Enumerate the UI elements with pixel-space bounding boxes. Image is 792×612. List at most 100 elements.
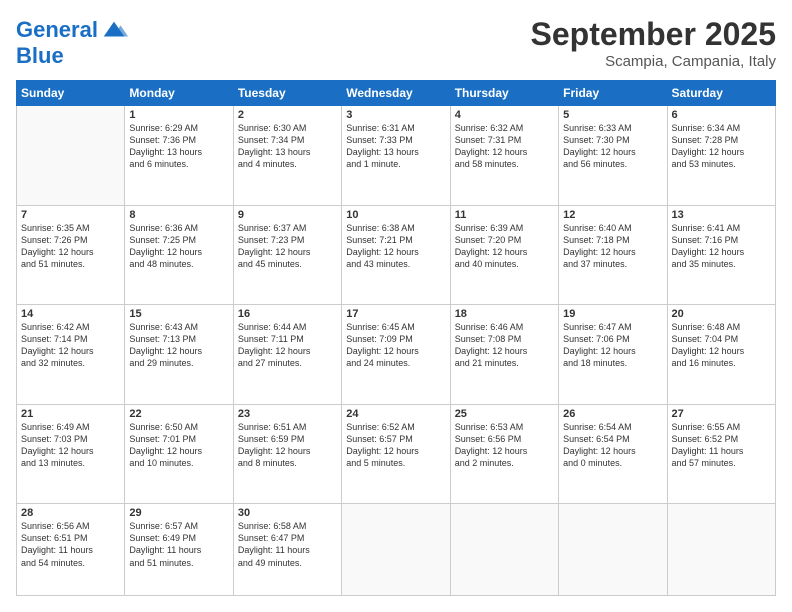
day-number: 23: [238, 408, 337, 420]
day-number: 13: [672, 209, 771, 221]
day-number: 8: [129, 209, 228, 221]
calendar-cell: 17Sunrise: 6:45 AMSunset: 7:09 PMDayligh…: [342, 305, 450, 405]
cell-info: Sunset: 7:18 PM: [563, 234, 662, 246]
day-number: 29: [129, 507, 228, 519]
calendar-cell: [559, 504, 667, 596]
cell-info: Sunset: 6:56 PM: [455, 433, 554, 445]
cell-info: and 6 minutes.: [129, 158, 228, 170]
cell-info: and 35 minutes.: [672, 258, 771, 270]
col-header-wednesday: Wednesday: [342, 81, 450, 106]
cell-info: Daylight: 12 hours: [129, 445, 228, 457]
cell-info: Sunset: 7:16 PM: [672, 234, 771, 246]
day-number: 5: [563, 109, 662, 121]
cell-info: Daylight: 12 hours: [672, 246, 771, 258]
cell-info: Sunset: 7:20 PM: [455, 234, 554, 246]
col-header-thursday: Thursday: [450, 81, 558, 106]
cell-info: Sunset: 7:06 PM: [563, 333, 662, 345]
calendar-cell: 5Sunrise: 6:33 AMSunset: 7:30 PMDaylight…: [559, 106, 667, 206]
cell-info: Sunrise: 6:29 AM: [129, 122, 228, 134]
calendar-header-row: SundayMondayTuesdayWednesdayThursdayFrid…: [17, 81, 776, 106]
day-number: 25: [455, 408, 554, 420]
calendar-cell: 18Sunrise: 6:46 AMSunset: 7:08 PMDayligh…: [450, 305, 558, 405]
title-block: September 2025 Scampia, Campania, Italy: [531, 16, 776, 70]
cell-info: Daylight: 13 hours: [129, 146, 228, 158]
cell-info: and 56 minutes.: [563, 158, 662, 170]
col-header-sunday: Sunday: [17, 81, 125, 106]
cell-info: Sunset: 7:14 PM: [21, 333, 120, 345]
calendar-cell: 6Sunrise: 6:34 AMSunset: 7:28 PMDaylight…: [667, 106, 775, 206]
calendar-cell: [450, 504, 558, 596]
cell-info: Sunset: 7:13 PM: [129, 333, 228, 345]
header: General Blue September 2025 Scampia, Cam…: [16, 16, 776, 70]
cell-info: Daylight: 12 hours: [563, 345, 662, 357]
cell-info: Sunset: 7:33 PM: [346, 134, 445, 146]
cell-info: Sunrise: 6:42 AM: [21, 321, 120, 333]
calendar-cell: 14Sunrise: 6:42 AMSunset: 7:14 PMDayligh…: [17, 305, 125, 405]
cell-info: Daylight: 11 hours: [21, 544, 120, 556]
cell-info: and 8 minutes.: [238, 457, 337, 469]
cell-info: and 48 minutes.: [129, 258, 228, 270]
calendar-cell: 11Sunrise: 6:39 AMSunset: 7:20 PMDayligh…: [450, 205, 558, 305]
calendar-cell: [17, 106, 125, 206]
cell-info: Daylight: 12 hours: [455, 445, 554, 457]
calendar-cell: 9Sunrise: 6:37 AMSunset: 7:23 PMDaylight…: [233, 205, 341, 305]
calendar-cell: [667, 504, 775, 596]
day-number: 16: [238, 308, 337, 320]
cell-info: Sunrise: 6:30 AM: [238, 122, 337, 134]
cell-info: Sunrise: 6:40 AM: [563, 222, 662, 234]
cell-info: and 16 minutes.: [672, 357, 771, 369]
cell-info: Sunset: 6:54 PM: [563, 433, 662, 445]
calendar-cell: 13Sunrise: 6:41 AMSunset: 7:16 PMDayligh…: [667, 205, 775, 305]
cell-info: Daylight: 12 hours: [563, 246, 662, 258]
col-header-saturday: Saturday: [667, 81, 775, 106]
calendar-cell: 24Sunrise: 6:52 AMSunset: 6:57 PMDayligh…: [342, 404, 450, 504]
cell-info: and 51 minutes.: [129, 557, 228, 569]
cell-info: Sunrise: 6:32 AM: [455, 122, 554, 134]
cell-info: Sunset: 7:11 PM: [238, 333, 337, 345]
day-number: 10: [346, 209, 445, 221]
cell-info: Daylight: 12 hours: [672, 146, 771, 158]
cell-info: Sunrise: 6:54 AM: [563, 421, 662, 433]
cell-info: Daylight: 12 hours: [563, 445, 662, 457]
calendar-cell: 1Sunrise: 6:29 AMSunset: 7:36 PMDaylight…: [125, 106, 233, 206]
cell-info: Sunset: 7:01 PM: [129, 433, 228, 445]
cell-info: Sunset: 7:36 PM: [129, 134, 228, 146]
cell-info: Sunrise: 6:41 AM: [672, 222, 771, 234]
day-number: 7: [21, 209, 120, 221]
day-number: 3: [346, 109, 445, 121]
cell-info: Daylight: 12 hours: [455, 146, 554, 158]
calendar-cell: [342, 504, 450, 596]
cell-info: Daylight: 12 hours: [455, 246, 554, 258]
cell-info: and 24 minutes.: [346, 357, 445, 369]
cell-info: Sunrise: 6:47 AM: [563, 321, 662, 333]
calendar-cell: 26Sunrise: 6:54 AMSunset: 6:54 PMDayligh…: [559, 404, 667, 504]
cell-info: Daylight: 12 hours: [346, 345, 445, 357]
cell-info: Sunrise: 6:36 AM: [129, 222, 228, 234]
cell-info: Sunset: 7:31 PM: [455, 134, 554, 146]
calendar-cell: 23Sunrise: 6:51 AMSunset: 6:59 PMDayligh…: [233, 404, 341, 504]
cell-info: Sunset: 7:03 PM: [21, 433, 120, 445]
cell-info: Sunrise: 6:44 AM: [238, 321, 337, 333]
cell-info: and 54 minutes.: [21, 557, 120, 569]
day-number: 24: [346, 408, 445, 420]
cell-info: and 45 minutes.: [238, 258, 337, 270]
calendar-cell: 28Sunrise: 6:56 AMSunset: 6:51 PMDayligh…: [17, 504, 125, 596]
cell-info: and 27 minutes.: [238, 357, 337, 369]
cell-info: Sunrise: 6:50 AM: [129, 421, 228, 433]
calendar-cell: 12Sunrise: 6:40 AMSunset: 7:18 PMDayligh…: [559, 205, 667, 305]
calendar-cell: 8Sunrise: 6:36 AMSunset: 7:25 PMDaylight…: [125, 205, 233, 305]
day-number: 14: [21, 308, 120, 320]
day-number: 27: [672, 408, 771, 420]
cell-info: Sunset: 6:59 PM: [238, 433, 337, 445]
day-number: 9: [238, 209, 337, 221]
day-number: 21: [21, 408, 120, 420]
month-title: September 2025: [531, 16, 776, 53]
calendar-cell: 19Sunrise: 6:47 AMSunset: 7:06 PMDayligh…: [559, 305, 667, 405]
cell-info: and 40 minutes.: [455, 258, 554, 270]
day-number: 20: [672, 308, 771, 320]
cell-info: and 58 minutes.: [455, 158, 554, 170]
calendar-week-row: 7Sunrise: 6:35 AMSunset: 7:26 PMDaylight…: [17, 205, 776, 305]
calendar-cell: 7Sunrise: 6:35 AMSunset: 7:26 PMDaylight…: [17, 205, 125, 305]
cell-info: Sunset: 7:04 PM: [672, 333, 771, 345]
cell-info: Daylight: 13 hours: [238, 146, 337, 158]
